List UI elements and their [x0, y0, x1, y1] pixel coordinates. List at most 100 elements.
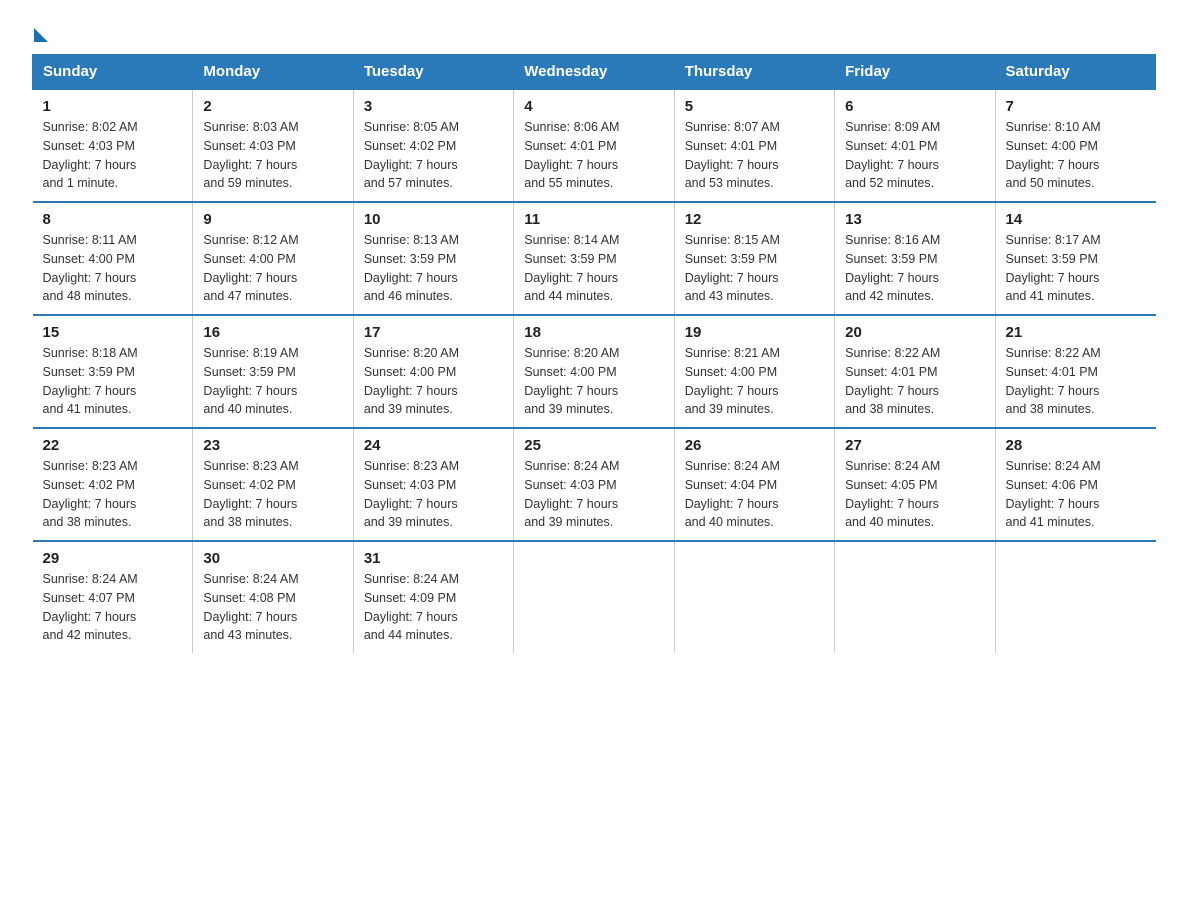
- day-cell: 25 Sunrise: 8:24 AMSunset: 4:03 PMDayligh…: [514, 428, 674, 541]
- day-info: Sunrise: 8:19 AMSunset: 3:59 PMDaylight:…: [203, 344, 342, 419]
- day-number: 26: [685, 437, 824, 454]
- day-number: 24: [364, 437, 503, 454]
- day-info: Sunrise: 8:24 AMSunset: 4:07 PMDaylight:…: [43, 570, 183, 645]
- day-cell: 24 Sunrise: 8:23 AMSunset: 4:03 PMDayligh…: [353, 428, 513, 541]
- day-info: Sunrise: 8:14 AMSunset: 3:59 PMDaylight:…: [524, 231, 663, 306]
- day-number: 8: [43, 211, 183, 228]
- day-info: Sunrise: 8:18 AMSunset: 3:59 PMDaylight:…: [43, 344, 183, 419]
- calendar-header-row: SundayMondayTuesdayWednesdayThursdayFrid…: [33, 55, 1156, 90]
- day-number: 16: [203, 324, 342, 341]
- day-info: Sunrise: 8:07 AMSunset: 4:01 PMDaylight:…: [685, 118, 824, 193]
- header-friday: Friday: [835, 55, 995, 90]
- day-number: 13: [845, 211, 984, 228]
- day-cell: 1 Sunrise: 8:02 AMSunset: 4:03 PMDaylight…: [33, 89, 193, 202]
- day-cell: 5 Sunrise: 8:07 AMSunset: 4:01 PMDaylight…: [674, 89, 834, 202]
- day-info: Sunrise: 8:22 AMSunset: 4:01 PMDaylight:…: [1006, 344, 1146, 419]
- day-cell: 3Sunrise: 8:05 AMSunset: 4:02 PMDaylight…: [353, 89, 513, 202]
- logo: [32, 24, 48, 38]
- day-info: Sunrise: 8:24 AMSunset: 4:05 PMDaylight:…: [845, 457, 984, 532]
- page-header: [32, 24, 1156, 38]
- day-cell: 13 Sunrise: 8:16 AMSunset: 3:59 PMDayligh…: [835, 202, 995, 315]
- day-number: 25: [524, 437, 663, 454]
- day-info: Sunrise: 8:21 AMSunset: 4:00 PMDaylight:…: [685, 344, 824, 419]
- header-thursday: Thursday: [674, 55, 834, 90]
- header-monday: Monday: [193, 55, 353, 90]
- day-info: Sunrise: 8:05 AMSunset: 4:02 PMDaylight:…: [364, 118, 503, 193]
- day-info: Sunrise: 8:20 AMSunset: 4:00 PMDaylight:…: [364, 344, 503, 419]
- day-info: Sunrise: 8:06 AMSunset: 4:01 PMDaylight:…: [524, 118, 663, 193]
- day-info: Sunrise: 8:11 AMSunset: 4:00 PMDaylight:…: [43, 231, 183, 306]
- day-number: 18: [524, 324, 663, 341]
- day-info: Sunrise: 8:24 AMSunset: 4:09 PMDaylight:…: [364, 570, 503, 645]
- day-number: 29: [43, 550, 183, 567]
- day-cell: 17Sunrise: 8:20 AMSunset: 4:00 PMDayligh…: [353, 315, 513, 428]
- day-info: Sunrise: 8:24 AMSunset: 4:08 PMDaylight:…: [203, 570, 342, 645]
- header-tuesday: Tuesday: [353, 55, 513, 90]
- day-cell: 18Sunrise: 8:20 AMSunset: 4:00 PMDayligh…: [514, 315, 674, 428]
- header-wednesday: Wednesday: [514, 55, 674, 90]
- day-cell: 14 Sunrise: 8:17 AMSunset: 3:59 PMDayligh…: [995, 202, 1155, 315]
- day-cell: 28 Sunrise: 8:24 AMSunset: 4:06 PMDayligh…: [995, 428, 1155, 541]
- day-cell: 27 Sunrise: 8:24 AMSunset: 4:05 PMDayligh…: [835, 428, 995, 541]
- header-sunday: Sunday: [33, 55, 193, 90]
- day-number: 2: [203, 98, 342, 115]
- week-row-2: 8 Sunrise: 8:11 AMSunset: 4:00 PMDaylight…: [33, 202, 1156, 315]
- week-row-1: 1 Sunrise: 8:02 AMSunset: 4:03 PMDaylight…: [33, 89, 1156, 202]
- day-cell: 23Sunrise: 8:23 AMSunset: 4:02 PMDayligh…: [193, 428, 353, 541]
- day-cell: 26 Sunrise: 8:24 AMSunset: 4:04 PMDayligh…: [674, 428, 834, 541]
- day-cell: 6 Sunrise: 8:09 AMSunset: 4:01 PMDaylight…: [835, 89, 995, 202]
- day-info: Sunrise: 8:23 AMSunset: 4:03 PMDaylight:…: [364, 457, 503, 532]
- day-cell: [514, 541, 674, 653]
- day-number: 11: [524, 211, 663, 228]
- day-number: 4: [524, 98, 663, 115]
- day-cell: 9Sunrise: 8:12 AMSunset: 4:00 PMDaylight…: [193, 202, 353, 315]
- day-cell: 31 Sunrise: 8:24 AMSunset: 4:09 PMDayligh…: [353, 541, 513, 653]
- day-cell: 29 Sunrise: 8:24 AMSunset: 4:07 PMDayligh…: [33, 541, 193, 653]
- day-info: Sunrise: 8:24 AMSunset: 4:04 PMDaylight:…: [685, 457, 824, 532]
- day-number: 5: [685, 98, 824, 115]
- logo-arrow-icon: [34, 28, 48, 42]
- day-cell: 21 Sunrise: 8:22 AMSunset: 4:01 PMDayligh…: [995, 315, 1155, 428]
- day-number: 1: [43, 98, 183, 115]
- day-cell: 11 Sunrise: 8:14 AMSunset: 3:59 PMDayligh…: [514, 202, 674, 315]
- day-number: 9: [203, 211, 342, 228]
- day-info: Sunrise: 8:23 AMSunset: 4:02 PMDaylight:…: [43, 457, 183, 532]
- day-cell: 16 Sunrise: 8:19 AMSunset: 3:59 PMDayligh…: [193, 315, 353, 428]
- day-info: Sunrise: 8:15 AMSunset: 3:59 PMDaylight:…: [685, 231, 824, 306]
- week-row-5: 29 Sunrise: 8:24 AMSunset: 4:07 PMDayligh…: [33, 541, 1156, 653]
- day-info: Sunrise: 8:02 AMSunset: 4:03 PMDaylight:…: [43, 118, 183, 193]
- day-info: Sunrise: 8:23 AMSunset: 4:02 PMDaylight:…: [203, 457, 342, 532]
- day-number: 15: [43, 324, 183, 341]
- day-cell: 15 Sunrise: 8:18 AMSunset: 3:59 PMDayligh…: [33, 315, 193, 428]
- day-number: 21: [1006, 324, 1146, 341]
- day-number: 12: [685, 211, 824, 228]
- day-info: Sunrise: 8:22 AMSunset: 4:01 PMDaylight:…: [845, 344, 984, 419]
- day-number: 27: [845, 437, 984, 454]
- day-info: Sunrise: 8:10 AMSunset: 4:00 PMDaylight:…: [1006, 118, 1146, 193]
- day-info: Sunrise: 8:24 AMSunset: 4:03 PMDaylight:…: [524, 457, 663, 532]
- day-number: 30: [203, 550, 342, 567]
- header-saturday: Saturday: [995, 55, 1155, 90]
- day-number: 14: [1006, 211, 1146, 228]
- day-info: Sunrise: 8:17 AMSunset: 3:59 PMDaylight:…: [1006, 231, 1146, 306]
- day-number: 6: [845, 98, 984, 115]
- day-info: Sunrise: 8:16 AMSunset: 3:59 PMDaylight:…: [845, 231, 984, 306]
- week-row-4: 22 Sunrise: 8:23 AMSunset: 4:02 PMDayligh…: [33, 428, 1156, 541]
- day-number: 7: [1006, 98, 1146, 115]
- day-cell: 10Sunrise: 8:13 AMSunset: 3:59 PMDayligh…: [353, 202, 513, 315]
- day-info: Sunrise: 8:13 AMSunset: 3:59 PMDaylight:…: [364, 231, 503, 306]
- day-info: Sunrise: 8:03 AMSunset: 4:03 PMDaylight:…: [203, 118, 342, 193]
- day-number: 22: [43, 437, 183, 454]
- day-number: 28: [1006, 437, 1146, 454]
- day-cell: 20Sunrise: 8:22 AMSunset: 4:01 PMDayligh…: [835, 315, 995, 428]
- day-info: Sunrise: 8:24 AMSunset: 4:06 PMDaylight:…: [1006, 457, 1146, 532]
- day-number: 31: [364, 550, 503, 567]
- day-cell: 4 Sunrise: 8:06 AMSunset: 4:01 PMDaylight…: [514, 89, 674, 202]
- day-cell: [835, 541, 995, 653]
- day-cell: 30 Sunrise: 8:24 AMSunset: 4:08 PMDayligh…: [193, 541, 353, 653]
- calendar-table: SundayMondayTuesdayWednesdayThursdayFrid…: [32, 54, 1156, 653]
- day-number: 19: [685, 324, 824, 341]
- day-cell: 2 Sunrise: 8:03 AMSunset: 4:03 PMDaylight…: [193, 89, 353, 202]
- day-info: Sunrise: 8:09 AMSunset: 4:01 PMDaylight:…: [845, 118, 984, 193]
- day-cell: 12 Sunrise: 8:15 AMSunset: 3:59 PMDayligh…: [674, 202, 834, 315]
